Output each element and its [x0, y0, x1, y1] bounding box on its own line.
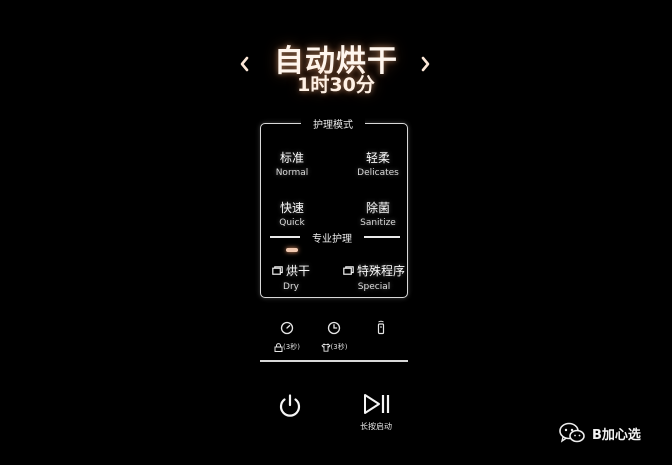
option-quick-en: Quick	[279, 218, 305, 228]
remaining-time: 1时30分	[297, 74, 375, 96]
start-label: 长按启动	[360, 422, 392, 431]
power-icon	[279, 394, 301, 417]
pro-care-title: 专业护理	[312, 234, 352, 245]
start-pause-button[interactable]: 长按启动	[356, 393, 396, 432]
dial-icon	[280, 321, 294, 335]
option-quick[interactable]: 快速 Quick	[262, 201, 322, 229]
care-mode-title: 护理模式	[301, 116, 365, 131]
controls-divider	[260, 360, 408, 362]
shirt-icon	[320, 342, 331, 352]
option-normal-cn: 标准	[279, 151, 304, 165]
chevron-right-icon	[421, 56, 430, 72]
special-program-cn: 特殊程序	[356, 264, 405, 278]
special-program-button[interactable]: 特殊程序 Special	[340, 262, 408, 292]
special-dry-en: Dry	[283, 282, 299, 292]
timer-label: (3秒)	[330, 343, 348, 351]
pro-care-divider-right	[364, 236, 400, 238]
timer-button[interactable]: (3秒)	[315, 320, 353, 352]
option-delicates[interactable]: 轻柔 Delicates	[348, 151, 408, 179]
watermark: B加心选	[558, 422, 641, 444]
pro-care-divider-left	[270, 236, 300, 238]
next-mode-button[interactable]	[416, 50, 436, 78]
window-icon	[343, 266, 354, 275]
smart-control-icon	[377, 320, 385, 335]
power-button[interactable]	[276, 392, 304, 420]
option-normal-en: Normal	[275, 168, 309, 178]
child-lock-icon	[274, 342, 283, 352]
child-lock-button[interactable]: (3秒)	[270, 320, 304, 352]
window-icon	[272, 266, 283, 275]
option-delicates-cn: 轻柔	[365, 151, 390, 165]
watermark-text: B加心选	[592, 427, 641, 443]
option-sanitize-cn: 除菌	[365, 201, 390, 215]
option-delicates-en: Delicates	[357, 168, 399, 178]
timer-icon	[327, 321, 341, 335]
option-sanitize[interactable]: 除菌 Sanitize	[348, 201, 408, 229]
special-dry-cn: 烘干	[285, 264, 310, 278]
wechat-icon	[559, 422, 585, 443]
option-quick-cn: 快速	[279, 201, 304, 215]
special-program-en: Special	[357, 282, 391, 292]
selected-indicator	[286, 248, 298, 252]
child-lock-label: (3秒)	[283, 343, 300, 351]
play-pause-icon	[364, 394, 390, 414]
special-dry-button[interactable]: 烘干 Dry	[266, 262, 316, 292]
option-sanitize-en: Sanitize	[360, 218, 396, 228]
smart-control-button[interactable]	[372, 320, 390, 339]
option-normal[interactable]: 标准 Normal	[262, 151, 322, 179]
